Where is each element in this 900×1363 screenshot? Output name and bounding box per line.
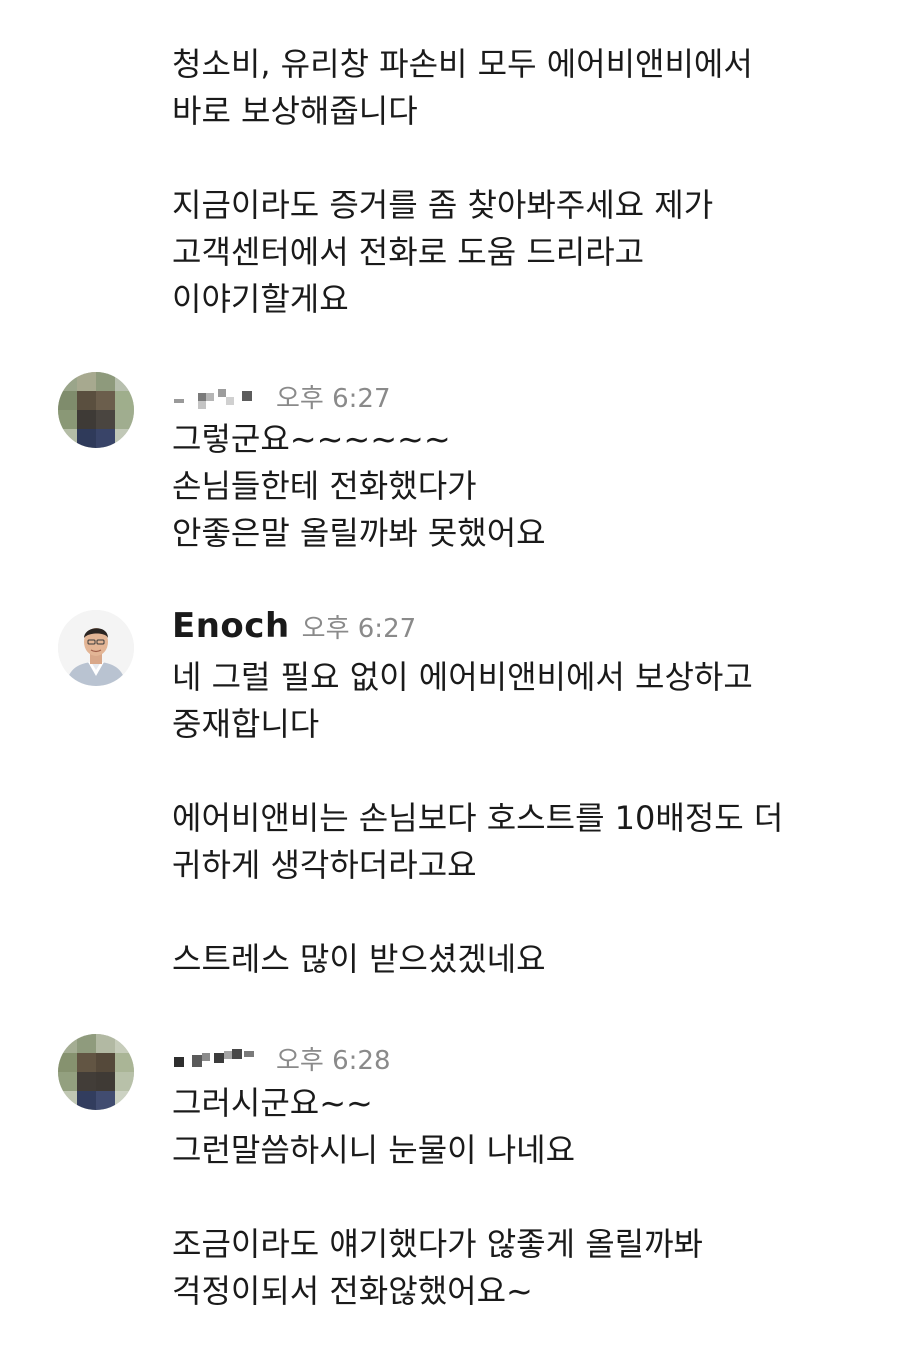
- message-line: 중재합니다: [172, 705, 320, 743]
- message-time: 오후 6:27: [276, 384, 391, 414]
- pixelated-avatar-image: [58, 372, 134, 448]
- message-text: 그러시군요~~ 그런말씀하시니 눈물이 나네요 조금이라도 얘기했다가 않좋게 …: [172, 1080, 703, 1315]
- message-line: 고객센터에서 전화로 도움 드리라고: [172, 233, 645, 271]
- message-line: 걱정이되서 전화않했어요~: [172, 1272, 533, 1310]
- message-line: 조금이라도 얘기했다가 않좋게 올릴까봐: [172, 1225, 703, 1263]
- message-line: 스트레스 많이 받으셨겠네요: [172, 940, 546, 978]
- sender-name-redacted: [172, 1049, 264, 1069]
- message-header: 오후 6:28: [172, 1040, 391, 1077]
- message-line: 에어비앤비는 손님보다 호스트를 10배정도 더: [172, 799, 784, 837]
- message-text: 네 그럴 필요 없이 에어비앤비에서 보상하고 중재합니다 에어비앤비는 손님보…: [172, 654, 783, 983]
- message-line: 귀하게 생각하더라고요: [172, 846, 477, 884]
- message-header: 오후 6:27: [172, 378, 391, 415]
- message-line: 이야기할게요: [172, 280, 349, 318]
- message-line: 그런말씀하시니 눈물이 나네요: [172, 1131, 576, 1169]
- message-time: 오후 6:27: [301, 614, 417, 644]
- message-header: Enoch 오후 6:27: [172, 606, 416, 646]
- message-line: 지금이라도 증거를 좀 찾아봐주세요 제가: [172, 186, 714, 224]
- sender-name[interactable]: Enoch: [172, 606, 290, 646]
- message-line: 그렇군요~~~~~~: [172, 420, 451, 458]
- message-text: 청소비, 유리창 파손비 모두 에어비앤비에서 바로 보상해줍니다 지금이라도 …: [172, 41, 753, 323]
- avatar[interactable]: [58, 372, 134, 448]
- message-line: 네 그럴 필요 없이 에어비앤비에서 보상하고: [172, 658, 753, 696]
- pixelated-avatar-image: [58, 1034, 134, 1110]
- avatar[interactable]: [58, 1034, 134, 1110]
- message-time: 오후 6:28: [276, 1046, 391, 1076]
- message-line: 바로 보상해줍니다: [172, 92, 418, 130]
- sender-name-redacted: [172, 387, 264, 409]
- avatar[interactable]: [58, 610, 134, 686]
- message-line: 안좋은말 올릴까봐 못했어요: [172, 514, 546, 552]
- message-line: 청소비, 유리창 파손비 모두 에어비앤비에서: [172, 45, 753, 83]
- message-line: 그러시군요~~: [172, 1084, 373, 1122]
- person-avatar-image: [58, 610, 134, 686]
- message-line: 손님들한테 전화했다가: [172, 467, 477, 505]
- message-text: 그렇군요~~~~~~ 손님들한테 전화했다가 안좋은말 올릴까봐 못했어요: [172, 416, 546, 557]
